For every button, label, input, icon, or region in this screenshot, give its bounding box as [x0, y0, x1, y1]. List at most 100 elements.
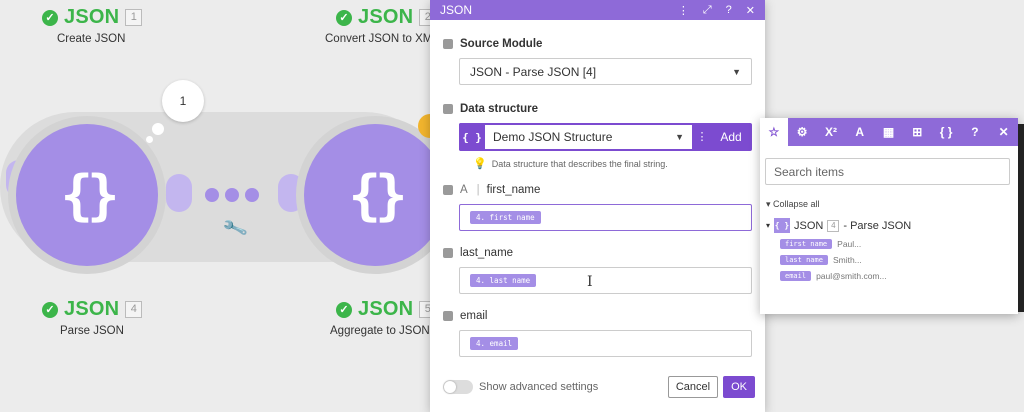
- success-check-icon: ✓: [42, 9, 58, 26]
- expand-icon[interactable]: ⤢: [703, 4, 712, 17]
- connector-dot: [205, 188, 219, 202]
- picker-tabs: ☆ ⚙ X² A ▦ ⊞ { } ? ✕: [760, 118, 1018, 146]
- math-icon[interactable]: X²: [817, 118, 846, 146]
- field-label: last_name: [460, 247, 514, 259]
- collapse-all-link[interactable]: ▾ Collapse all: [766, 199, 1018, 210]
- field-checkbox[interactable]: [443, 248, 453, 258]
- bubble-tail: [146, 136, 153, 143]
- field-checkbox[interactable]: [443, 39, 453, 49]
- json-braces-icon: {}: [60, 163, 119, 227]
- tree-item[interactable]: email paul@smith.com...: [780, 271, 1018, 281]
- table-icon[interactable]: ⊞: [903, 118, 932, 146]
- panel-footer: Show advanced settings Cancel OK: [443, 376, 755, 398]
- braces-icon: { }: [774, 218, 791, 233]
- tree-item-value: Smith...: [832, 255, 862, 265]
- email-input[interactable]: 4. email: [459, 330, 752, 357]
- module-5-circle[interactable]: {}: [304, 124, 446, 266]
- data-structure-label-row: Data structure: [443, 103, 752, 115]
- module-name: JSON: [358, 6, 414, 28]
- mapping-pill[interactable]: 4. email: [470, 337, 519, 350]
- search-input[interactable]: Search items: [765, 158, 1010, 185]
- gear-icon[interactable]: ⚙: [788, 118, 817, 146]
- help-icon[interactable]: ?: [960, 118, 989, 146]
- module-name: JSON: [358, 298, 414, 320]
- separator: |: [476, 184, 480, 196]
- calendar-icon[interactable]: ▦: [874, 118, 903, 146]
- source-module-label-row: Source Module: [443, 38, 752, 50]
- connector-dot: [225, 188, 239, 202]
- caret-down-icon: ▼: [732, 66, 741, 77]
- module-number: 4: [125, 301, 143, 318]
- tree-module-suffix: - Parse JSON: [843, 219, 912, 232]
- panel-header-icons: ⋮ ⤢ ? ✕: [678, 4, 755, 17]
- module-subtitle: Aggregate to JSON: [330, 325, 430, 337]
- last-name-input[interactable]: 4. last name I: [459, 267, 752, 294]
- field-checkbox[interactable]: [443, 104, 453, 114]
- tree-item[interactable]: last name Smith...: [780, 255, 1018, 265]
- connector-dot: [245, 188, 259, 202]
- help-icon[interactable]: ?: [726, 4, 732, 17]
- module-name: JSON: [64, 6, 120, 28]
- email-label-row: email: [443, 310, 752, 322]
- first-name-input[interactable]: 4. first name: [459, 204, 752, 231]
- field-checkbox[interactable]: [443, 311, 453, 321]
- panel-body: Source Module JSON - Parse JSON [4] ▼ Da…: [430, 38, 765, 357]
- data-structure-control: { } Demo JSON Structure ▼ ⋮ Add: [459, 123, 752, 151]
- panel-header: JSON ⋮ ⤢ ? ✕: [430, 0, 765, 20]
- field-checkbox[interactable]: [443, 185, 453, 195]
- data-structure-select[interactable]: Demo JSON Structure ▼: [485, 123, 694, 151]
- module-2-title: ✓ JSON 2: [336, 6, 437, 29]
- advanced-settings-label: Show advanced settings: [479, 381, 599, 393]
- module-subtitle: Create JSON: [57, 33, 126, 45]
- field-label: email: [460, 310, 488, 322]
- caret-down-icon: ▼: [675, 132, 684, 142]
- mapping-pill[interactable]: last name: [780, 255, 828, 265]
- last-name-label-row: last_name: [443, 247, 752, 259]
- braces-icon[interactable]: { }: [932, 118, 961, 146]
- mapping-pill[interactable]: first name: [780, 239, 833, 249]
- mapping-pill[interactable]: 4. last name: [470, 274, 537, 287]
- lightbulb-icon: 💡: [473, 158, 487, 170]
- success-check-icon: ✓: [336, 9, 352, 26]
- module-settings-panel: JSON ⋮ ⤢ ? ✕ Source Module JSON - Parse …: [430, 0, 765, 412]
- module-name: JSON: [64, 298, 120, 320]
- success-check-icon: ✓: [42, 301, 58, 318]
- bubble-tail: [152, 123, 164, 135]
- operations-bubble[interactable]: 1: [162, 80, 204, 122]
- module-handle[interactable]: [166, 174, 192, 212]
- braces-icon: { }: [459, 123, 485, 151]
- data-structure-menu-icon[interactable]: ⋮: [694, 123, 710, 151]
- close-icon[interactable]: ✕: [989, 118, 1018, 146]
- mapping-pill[interactable]: 4. first name: [470, 211, 541, 224]
- ok-button[interactable]: OK: [723, 376, 755, 398]
- module-subtitle: Convert JSON to XM: [325, 33, 433, 45]
- field-label: first_name: [486, 184, 541, 196]
- background-edge: [1018, 124, 1024, 312]
- tree-item[interactable]: first name Paul...: [780, 239, 1018, 249]
- mapping-pill[interactable]: email: [780, 271, 812, 281]
- tree-module-name: JSON: [794, 219, 824, 232]
- add-data-structure-button[interactable]: Add: [710, 123, 752, 151]
- hint-text: Data structure that describes the final …: [491, 158, 668, 169]
- tree-item-value: Paul...: [837, 239, 862, 249]
- tree-module[interactable]: ▾ { } JSON 4 - Parse JSON: [766, 218, 1018, 233]
- advanced-settings-toggle[interactable]: [443, 380, 473, 394]
- close-icon[interactable]: ✕: [746, 4, 755, 17]
- more-icon[interactable]: ⋮: [678, 4, 689, 17]
- text-type-icon: A: [460, 184, 468, 196]
- module-4-circle[interactable]: {}: [16, 124, 158, 266]
- text-icon[interactable]: A: [845, 118, 874, 146]
- panel-title: JSON: [440, 3, 473, 17]
- source-module-label: Source Module: [460, 38, 543, 50]
- module-subtitle: Parse JSON: [60, 325, 124, 337]
- cancel-button[interactable]: Cancel: [667, 376, 719, 398]
- first-name-label-row: A | first_name: [443, 184, 752, 196]
- data-structure-value: Demo JSON Structure: [493, 130, 613, 144]
- source-module-select[interactable]: JSON - Parse JSON [4] ▼: [459, 58, 752, 85]
- text-cursor-icon: I: [587, 274, 593, 290]
- success-check-icon: ✓: [336, 301, 352, 318]
- star-icon[interactable]: ☆: [760, 118, 788, 146]
- module-4-title: ✓ JSON 4: [42, 298, 143, 321]
- tree-module-number: 4: [827, 219, 840, 232]
- module-number: 1: [125, 9, 143, 26]
